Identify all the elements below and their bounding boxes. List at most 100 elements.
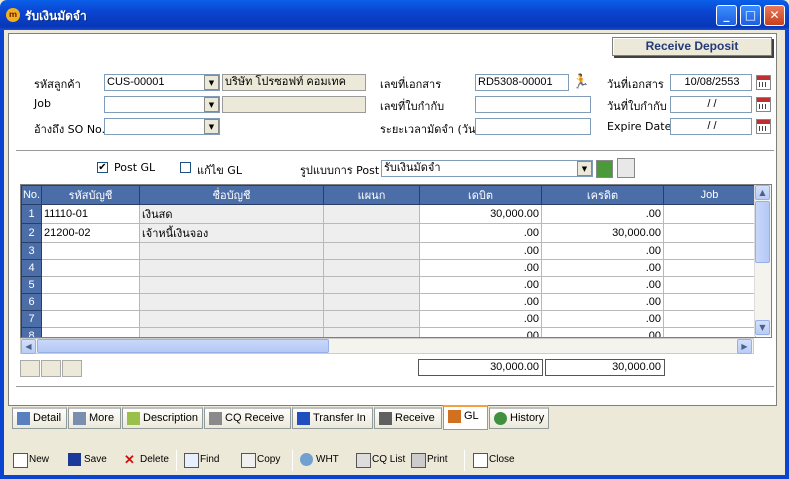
cell-debit[interactable]: .00 <box>419 276 542 294</box>
tab-history[interactable]: History <box>489 407 549 429</box>
cell-account[interactable] <box>41 327 140 337</box>
cell-debit[interactable]: .00 <box>419 293 542 311</box>
expire-date-input[interactable]: / / <box>670 118 752 135</box>
col-header-account[interactable]: รหัสบัญชี <box>41 185 140 205</box>
cell-job[interactable] <box>663 223 756 243</box>
scroll-down-icon[interactable]: ▼ <box>755 320 770 335</box>
cell-debit[interactable]: .00 <box>419 327 542 337</box>
clear-rows-icon[interactable] <box>62 360 82 377</box>
col-header-debit[interactable]: เดบิต <box>419 185 542 205</box>
tab-more[interactable]: More <box>68 407 121 429</box>
cell-department[interactable] <box>323 223 420 243</box>
grid-horizontal-thumb[interactable] <box>37 339 329 353</box>
cell-credit[interactable]: .00 <box>541 293 664 311</box>
cell-account-name[interactable]: เจ้าหนี้เงินจอง <box>139 223 324 243</box>
cell-account[interactable] <box>41 242 140 260</box>
tab-gl[interactable]: GL <box>443 405 488 430</box>
deposit-period-input[interactable] <box>475 118 591 135</box>
delete-button[interactable]: ✕ Delete <box>124 452 169 468</box>
cell-account[interactable] <box>41 259 140 277</box>
cell-account-name[interactable] <box>139 242 324 260</box>
cell-debit[interactable]: 30,000.00 <box>419 204 542 224</box>
cell-job[interactable] <box>663 259 756 277</box>
running-man-icon[interactable]: 🏃 <box>572 73 590 91</box>
cell-department[interactable] <box>323 327 420 337</box>
close-button[interactable]: Close <box>473 452 515 468</box>
cell-credit[interactable]: .00 <box>541 310 664 328</box>
cell-account-name[interactable]: เงินสด <box>139 204 324 224</box>
so-dropdown-icon[interactable]: ▼ <box>204 119 219 134</box>
cell-account[interactable] <box>41 276 140 294</box>
delete-row-icon[interactable] <box>41 360 61 377</box>
calendar-icon[interactable] <box>756 75 771 90</box>
find-button[interactable]: Find <box>184 452 219 468</box>
cell-debit[interactable]: .00 <box>419 242 542 260</box>
cell-department[interactable] <box>323 293 420 311</box>
cell-department[interactable] <box>323 204 420 224</box>
table-row[interactable]: 7 .00.00 <box>21 310 756 328</box>
cell-account[interactable] <box>41 293 140 311</box>
cell-account-name[interactable] <box>139 310 324 328</box>
cell-account-name[interactable] <box>139 276 324 294</box>
col-header-department[interactable]: แผนก <box>323 185 420 205</box>
cell-debit[interactable]: .00 <box>419 223 542 243</box>
scroll-right-icon[interactable]: ▶ <box>737 339 752 354</box>
cell-account-name[interactable] <box>139 327 324 337</box>
cell-credit[interactable]: 30,000.00 <box>541 223 664 243</box>
cell-credit[interactable]: .00 <box>541 276 664 294</box>
post-format-select[interactable]: รับเงินมัดจำ <box>381 160 593 177</box>
maximize-button[interactable]: □ <box>740 5 761 26</box>
col-header-account-name[interactable]: ชื่อบัญชี <box>139 185 324 205</box>
post-gl-checkbox[interactable]: ✔ <box>97 162 108 173</box>
table-row[interactable]: 2 21200-02 เจ้าหนี้เงินจอง .00 30,000.00 <box>21 223 756 243</box>
cell-account-name[interactable] <box>139 293 324 311</box>
customer-dropdown-icon[interactable]: ▼ <box>204 75 219 90</box>
table-row[interactable]: 3 .00.00 <box>21 242 756 260</box>
cell-debit[interactable]: .00 <box>419 310 542 328</box>
tab-receive[interactable]: Receive <box>374 407 442 429</box>
tab-transfer-in[interactable]: Transfer In <box>292 407 373 429</box>
wht-button[interactable]: WHT <box>300 452 339 468</box>
customer-code-input[interactable]: CUS-00001 <box>104 74 220 91</box>
gear-process-icon[interactable] <box>596 160 613 178</box>
doc-date-input[interactable]: 10/08/2553 <box>670 74 752 91</box>
cell-job[interactable] <box>663 276 756 294</box>
col-header-no[interactable]: No. <box>21 185 42 205</box>
print-preview-icon[interactable] <box>617 158 635 178</box>
scroll-left-icon[interactable]: ◀ <box>21 339 36 354</box>
col-header-job[interactable]: Job <box>663 185 756 205</box>
tax-date-input[interactable]: / / <box>670 96 752 113</box>
cell-job[interactable] <box>663 327 756 337</box>
cq-list-button[interactable]: CQ List <box>356 452 405 468</box>
job-input[interactable] <box>104 96 220 113</box>
col-header-credit[interactable]: เครดิต <box>541 185 664 205</box>
new-button[interactable]: New <box>13 452 49 468</box>
table-row[interactable]: 6 .00.00 <box>21 293 756 311</box>
save-button[interactable]: Save <box>68 452 107 468</box>
cell-job[interactable] <box>663 310 756 328</box>
tax-no-input[interactable] <box>475 96 591 113</box>
cell-department[interactable] <box>323 259 420 277</box>
scroll-up-icon[interactable]: ▲ <box>755 185 770 200</box>
cell-credit[interactable]: .00 <box>541 204 664 224</box>
cell-department[interactable] <box>323 310 420 328</box>
calendar-icon[interactable] <box>756 119 771 134</box>
tab-cq-receive[interactable]: CQ Receive <box>204 407 291 429</box>
cell-department[interactable] <box>323 242 420 260</box>
cell-job[interactable] <box>663 293 756 311</box>
cell-credit[interactable]: .00 <box>541 259 664 277</box>
cell-credit[interactable]: .00 <box>541 327 664 337</box>
minimize-button[interactable]: _ <box>716 5 737 26</box>
close-window-button[interactable]: ✕ <box>764 5 785 26</box>
cell-job[interactable] <box>663 204 756 224</box>
so-no-input[interactable] <box>104 118 220 135</box>
table-row[interactable]: 4 .00.00 <box>21 259 756 277</box>
job-dropdown-icon[interactable]: ▼ <box>204 97 219 112</box>
tab-description[interactable]: Description <box>122 407 203 429</box>
copy-button[interactable]: Copy <box>241 452 280 468</box>
table-row[interactable]: 8 .00.00 <box>21 327 756 337</box>
table-row[interactable]: 1 11110-01 เงินสด 30,000.00.00 <box>21 204 756 224</box>
calendar-icon[interactable] <box>756 97 771 112</box>
tab-detail[interactable]: Detail <box>12 407 67 429</box>
cell-account[interactable] <box>41 310 140 328</box>
